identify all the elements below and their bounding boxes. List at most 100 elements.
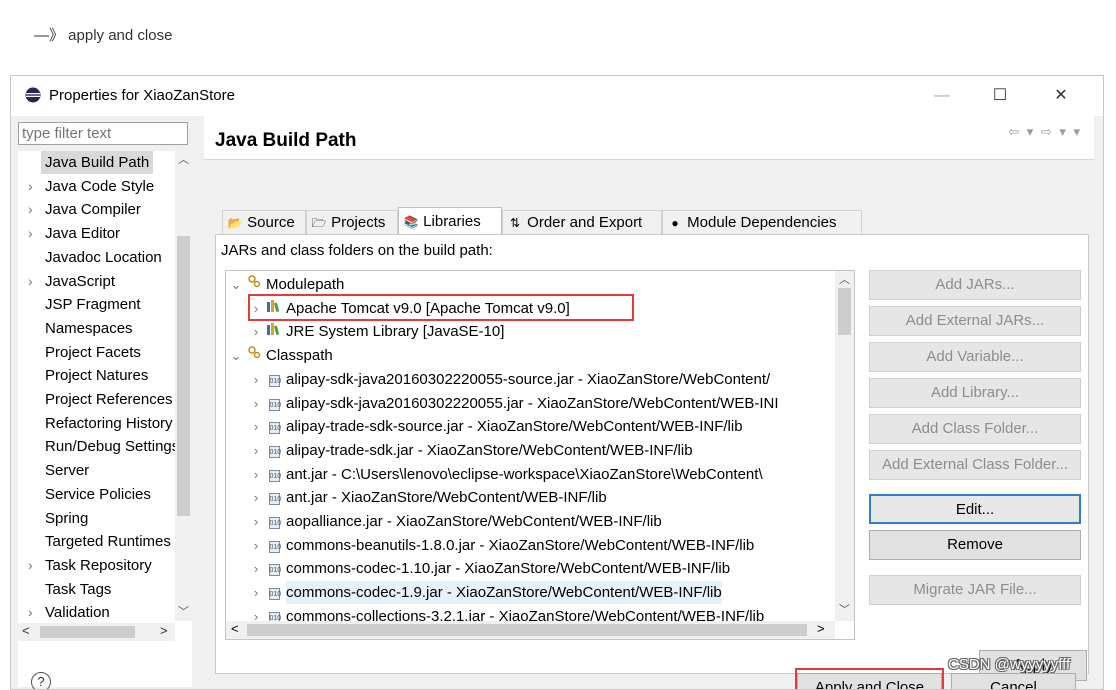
scroll-left-icon[interactable]: < [22, 623, 30, 638]
chevron-right-icon[interactable]: › [250, 486, 262, 509]
scroll-up-icon[interactable]: ︿ [175, 151, 192, 167]
scroll-right-icon[interactable]: > [817, 621, 825, 636]
scroll-thumb[interactable] [40, 626, 135, 638]
remove-button[interactable]: Remove [869, 530, 1081, 560]
tree-horizontal-scrollbar[interactable]: < > [18, 623, 175, 641]
sidebar-item[interactable]: Service Policies [18, 483, 175, 506]
classpath-tree[interactable]: › 010 commons-collections-3.2.1.jar - Xiao… [225, 270, 855, 640]
sidebar-item[interactable]: › Validation [18, 601, 175, 624]
libraries-panel: JARs and class folders on the build path… [215, 234, 1089, 674]
chevron-right-icon[interactable]: › [28, 198, 38, 221]
sidebar-item[interactable]: Java Build Path [18, 151, 175, 174]
scroll-thumb[interactable] [838, 288, 851, 335]
chevron-right-icon[interactable]: › [28, 222, 38, 245]
chevron-down-icon[interactable]: ⌄ [230, 273, 242, 296]
sidebar-item[interactable]: › Java Editor [18, 222, 175, 245]
classpath-entry-label: Classpath [266, 347, 333, 365]
chevron-right-icon[interactable]: › [250, 463, 262, 486]
tab-projects[interactable]: 🗁 Projects [306, 210, 398, 234]
sidebar-item[interactable]: Namespaces [18, 317, 175, 340]
chevron-right-icon[interactable]: › [28, 554, 38, 577]
add-class-folder-button[interactable]: Add Class Folder... [869, 414, 1081, 444]
scroll-right-icon[interactable]: > [160, 623, 168, 638]
sidebar-item-label: Javadoc Location [45, 248, 162, 266]
tab-label: Projects [331, 214, 386, 231]
classpath-entry[interactable]: › 010 alipay-sdk-java20160302220055-source… [226, 368, 833, 391]
sidebar-item[interactable]: Refactoring History [18, 412, 175, 435]
caption-text: —》 apply and close [34, 27, 173, 44]
sidebar-item[interactable]: › Task Repository [18, 554, 175, 577]
sidebar-item[interactable]: Javadoc Location [18, 246, 175, 269]
classpath-entry[interactable]: › 010 alipay-sdk-java20160302220055.jar - … [226, 392, 833, 415]
sidebar-item[interactable]: Project Natures [18, 364, 175, 387]
help-icon[interactable]: ? [31, 672, 51, 689]
classpath-vertical-scrollbar[interactable]: ︿ ﹀ [835, 271, 854, 621]
chevron-right-icon[interactable]: › [250, 581, 262, 604]
scroll-thumb[interactable] [177, 236, 190, 516]
add-jars-button[interactable]: Add JARs... [869, 270, 1081, 300]
add-external-jars-button[interactable]: Add External JARs... [869, 306, 1081, 336]
sidebar-item[interactable]: JSP Fragment [18, 293, 175, 316]
chevron-right-icon[interactable]: › [250, 557, 262, 580]
sidebar-item[interactable]: Task Tags [18, 578, 175, 601]
chevron-right-icon[interactable]: › [250, 415, 262, 438]
classpath-entry[interactable]: ⌄ Modulepath [226, 273, 833, 296]
classpath-entry[interactable]: › JRE System Library [JavaSE-10] [226, 320, 833, 343]
sidebar-item[interactable]: Targeted Runtimes [18, 530, 175, 553]
classpath-entry[interactable]: › 010 commons-codec-1.9.jar - XiaoZanStore… [226, 581, 833, 605]
chevron-down-icon[interactable]: ⌄ [230, 344, 242, 367]
tab-source[interactable]: 📂 Source [222, 210, 306, 234]
sidebar-item[interactable]: Spring [18, 507, 175, 530]
title-bar: Properties for XiaoZanStore — ☐ ✕ [11, 76, 1103, 116]
chevron-right-icon[interactable]: › [250, 534, 262, 557]
sidebar-item[interactable]: › Java Compiler [18, 198, 175, 221]
tab-order-and-export[interactable]: ⇅ Order and Export [502, 210, 662, 234]
sidebar-item[interactable]: Server [18, 459, 175, 482]
chevron-right-icon[interactable]: › [250, 320, 262, 343]
close-button[interactable]: ✕ [1038, 76, 1084, 116]
classpath-entry[interactable]: › 010 commons-codec-1.10.jar - XiaoZanStor… [226, 557, 833, 580]
classpath-entry[interactable]: › 010 alipay-trade-sdk-source.jar - XiaoZa… [226, 415, 833, 438]
sidebar-item[interactable]: Project References [18, 388, 175, 411]
classpath-entry[interactable]: › 010 ant.jar - C:\Users\lenovo\eclipse-wo… [226, 463, 833, 486]
add-external-class-folder-button[interactable]: Add External Class Folder... [869, 450, 1081, 480]
classpath-horizontal-scrollbar[interactable]: < > [226, 621, 835, 639]
classpath-entry[interactable]: › 010 ant.jar - XiaoZanStore/WebContent/WE… [226, 486, 833, 509]
scroll-down-icon[interactable]: ﹀ [175, 603, 192, 619]
classpath-entry[interactable]: › 010 alipay-trade-sdk.jar - XiaoZanStore/… [226, 439, 833, 462]
minimize-button[interactable]: — [919, 76, 965, 116]
cancel-button[interactable]: Cancel [951, 673, 1076, 689]
filter-input[interactable] [18, 122, 188, 145]
maximize-button[interactable]: ☐ [977, 76, 1023, 116]
add-library-button[interactable]: Add Library... [869, 378, 1081, 408]
migrate-jar-button[interactable]: Migrate JAR File... [869, 575, 1081, 605]
classpath-entry[interactable]: ⌄ Classpath [226, 344, 833, 367]
chevron-right-icon[interactable]: › [250, 439, 262, 462]
chevron-right-icon[interactable]: › [28, 601, 38, 624]
chevron-right-icon[interactable]: › [250, 368, 262, 391]
history-nav-icon[interactable]: ⇦ ▾ ⇨ ▾ ▾ [1008, 124, 1082, 140]
scroll-down-icon[interactable]: ﹀ [839, 601, 850, 617]
sidebar-item[interactable]: Run/Debug Settings [18, 435, 179, 458]
sidebar-item-label: Server [45, 462, 90, 480]
chevron-right-icon[interactable]: › [250, 510, 262, 533]
sidebar-item[interactable]: Project Facets [18, 341, 175, 364]
jar-icon: 010 [266, 439, 282, 462]
tree-vertical-scrollbar[interactable]: ︿ ﹀ [175, 151, 192, 621]
tab-libraries[interactable]: 📚 Libraries [398, 207, 502, 235]
classpath-entry-label: ant.jar - C:\Users\lenovo\eclipse-worksp… [286, 465, 763, 483]
chevron-right-icon[interactable]: › [28, 175, 38, 198]
chevron-right-icon[interactable]: › [250, 392, 262, 415]
sidebar-item[interactable]: › JavaScript [18, 270, 175, 293]
scroll-up-icon[interactable]: ︿ [839, 271, 850, 287]
chevron-right-icon[interactable]: › [28, 270, 38, 293]
scroll-thumb[interactable] [247, 624, 807, 636]
scroll-left-icon[interactable]: < [231, 621, 239, 636]
classpath-entry[interactable]: › 010 aopalliance.jar - XiaoZanStore/WebCo… [226, 510, 833, 533]
eclipse-icon [25, 87, 41, 103]
sidebar-item[interactable]: › Java Code Style [18, 175, 175, 198]
tab-module-dependencies[interactable]: ● Module Dependencies [662, 210, 862, 234]
add-variable-button[interactable]: Add Variable... [869, 342, 1081, 372]
edit-button[interactable]: Edit... [869, 494, 1081, 524]
classpath-entry[interactable]: › 010 commons-beanutils-1.8.0.jar - XiaoZa… [226, 534, 833, 557]
